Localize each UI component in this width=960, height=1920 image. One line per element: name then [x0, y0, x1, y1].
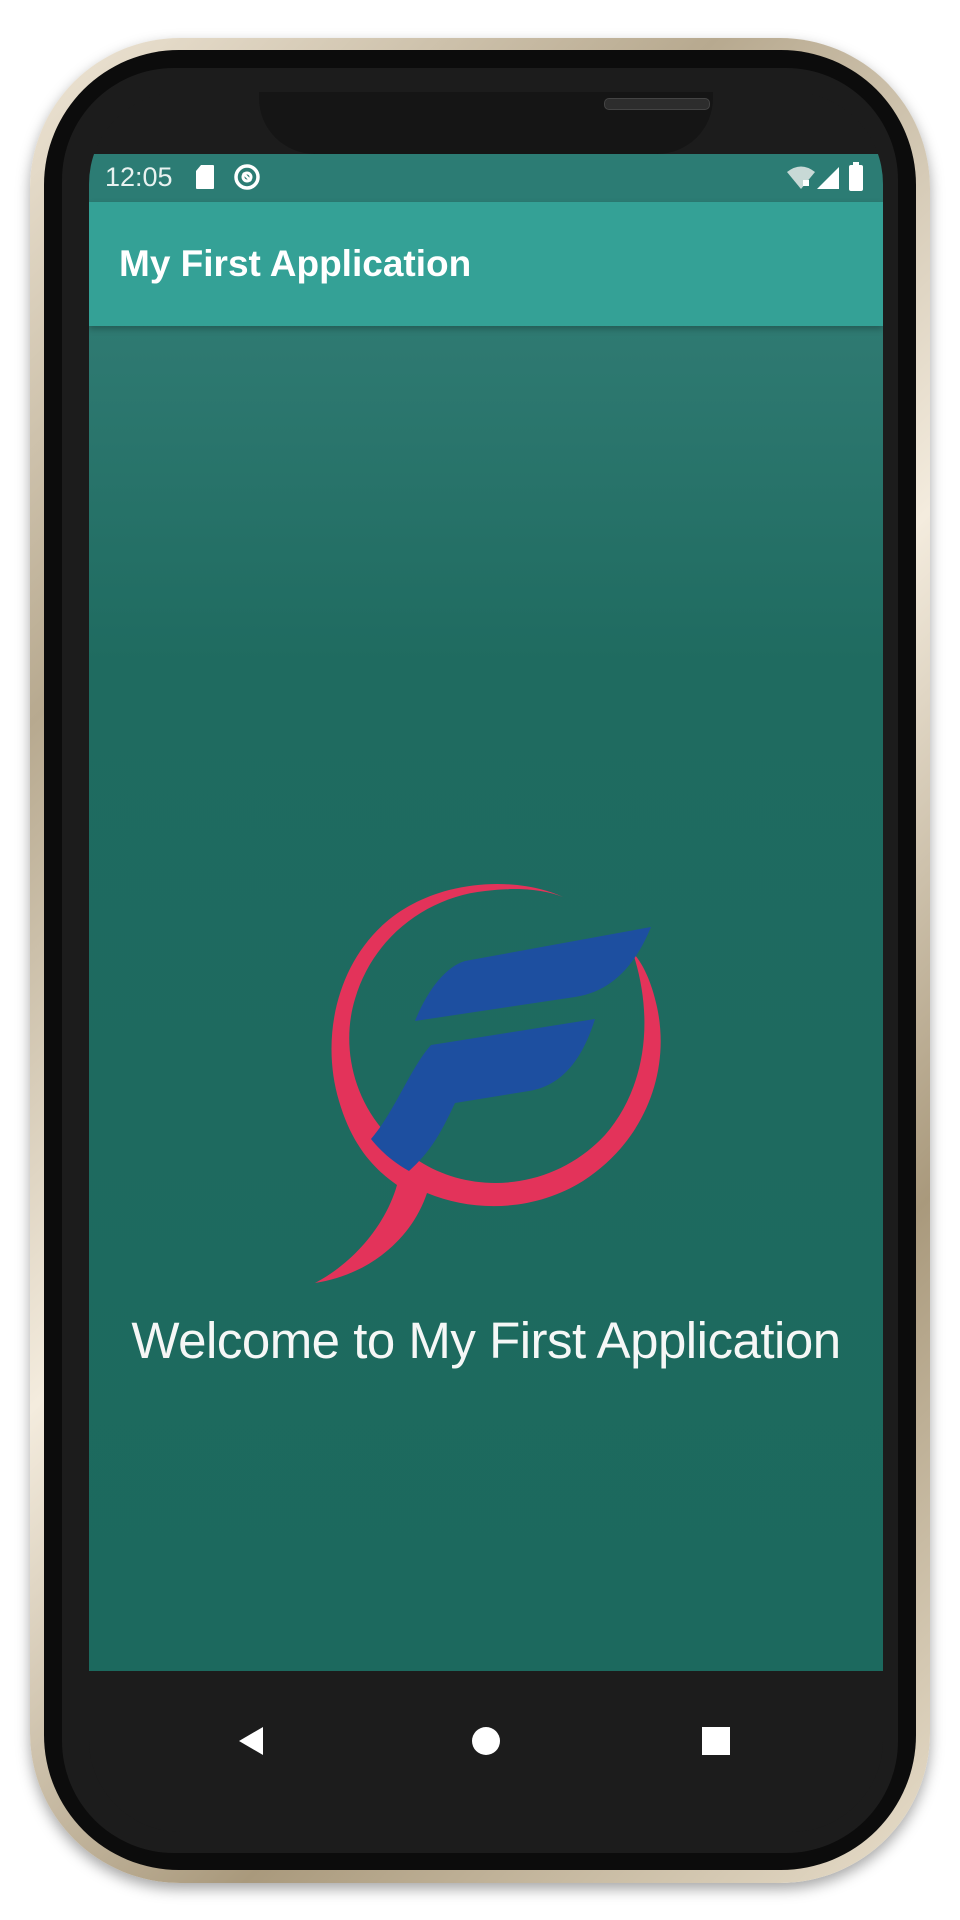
app-bar: My First Application — [89, 202, 883, 326]
back-icon[interactable] — [221, 1711, 281, 1771]
sd-card-icon — [196, 165, 214, 189]
status-bar: 12:05 — [89, 154, 883, 202]
f-logo-icon — [315, 883, 661, 1283]
navigation-bar — [89, 1671, 883, 1832]
main-content: Welcome to My First Application — [89, 326, 883, 1671]
camera-notch — [259, 92, 713, 154]
home-icon[interactable] — [456, 1711, 516, 1771]
sync-icon — [234, 164, 260, 190]
recents-icon[interactable] — [686, 1711, 746, 1771]
status-time: 12:05 — [105, 162, 173, 192]
welcome-text: Welcome to My First Application — [131, 1312, 841, 1369]
battery-icon — [849, 162, 863, 191]
device-screen: 12:05 My First Application Welcome to My… — [89, 92, 883, 1832]
wifi-icon — [787, 166, 815, 189]
speaker-grille — [604, 98, 710, 110]
app-title: My First Application — [119, 243, 472, 284]
signal-icon — [817, 167, 839, 189]
